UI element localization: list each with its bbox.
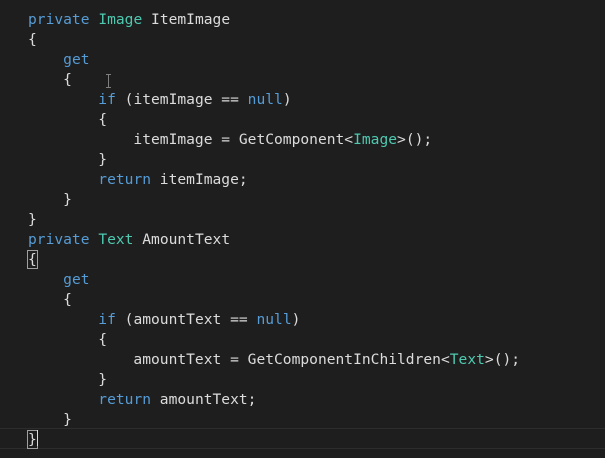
code-token: amountText = GetComponentInChildren< bbox=[28, 351, 450, 368]
code-token: ) bbox=[291, 311, 301, 328]
type-token: Image bbox=[98, 11, 143, 28]
matched-brace-token: { bbox=[27, 250, 38, 269]
code-token: { bbox=[28, 291, 72, 308]
code-line[interactable]: { bbox=[28, 330, 520, 350]
code-line[interactable]: { bbox=[28, 70, 520, 90]
code-token: >(); bbox=[397, 131, 433, 148]
code-token: (itemImage == bbox=[115, 91, 248, 108]
keyword-token: return bbox=[98, 391, 152, 408]
code-line[interactable]: private Image ItemImage bbox=[28, 10, 520, 30]
code-line[interactable]: } bbox=[28, 370, 520, 390]
code-token: } bbox=[28, 371, 108, 388]
code-line[interactable]: itemImage = GetComponent<Image>(); bbox=[28, 130, 520, 150]
code-line[interactable]: } bbox=[28, 190, 520, 210]
keyword-token: if bbox=[98, 91, 116, 108]
code-token: >(); bbox=[484, 351, 521, 368]
code-line[interactable]: return itemImage; bbox=[28, 170, 520, 190]
code-token: { bbox=[28, 71, 72, 88]
code-line[interactable]: } bbox=[27, 430, 520, 450]
code-token: } bbox=[28, 411, 72, 428]
code-line[interactable]: { bbox=[28, 30, 520, 50]
keyword-token: private bbox=[28, 231, 90, 248]
code-line[interactable]: } bbox=[28, 210, 520, 230]
code-token: AmountText bbox=[133, 231, 231, 248]
code-line[interactable]: } bbox=[28, 150, 520, 170]
code-token: amountText; bbox=[151, 391, 257, 408]
type-token: Text bbox=[98, 231, 134, 248]
text-caret bbox=[37, 430, 38, 446]
keyword-token: null bbox=[247, 91, 283, 108]
code-line[interactable]: { bbox=[27, 250, 520, 270]
keyword-token: null bbox=[256, 311, 292, 328]
code-line[interactable]: get bbox=[28, 50, 520, 70]
code-token: ItemImage bbox=[142, 11, 231, 28]
code-line[interactable]: } bbox=[28, 410, 520, 430]
code-token: itemImage = GetComponent< bbox=[28, 131, 354, 148]
code-line[interactable]: if (amountText == null) bbox=[28, 310, 520, 330]
code-line[interactable]: amountText = GetComponentInChildren<Text… bbox=[28, 350, 520, 370]
code-line[interactable]: return amountText; bbox=[28, 390, 520, 410]
keyword-token: get bbox=[63, 51, 90, 68]
keyword-token: private bbox=[28, 11, 90, 28]
code-area[interactable]: private Image ItemImage{ get { if (itemI… bbox=[27, 10, 520, 450]
code-token: { bbox=[28, 331, 108, 348]
i-beam-cursor-icon bbox=[106, 74, 111, 88]
code-line[interactable]: if (itemImage == null) bbox=[28, 90, 520, 110]
code-token: } bbox=[28, 211, 37, 228]
code-line[interactable]: { bbox=[28, 290, 520, 310]
code-token: } bbox=[28, 191, 72, 208]
type-token: Image bbox=[353, 131, 398, 148]
type-token: Text bbox=[449, 351, 485, 368]
code-token: { bbox=[28, 111, 108, 128]
code-line[interactable]: { bbox=[28, 110, 520, 130]
keyword-token: get bbox=[63, 271, 90, 288]
code-editor[interactable]: private Image ItemImage{ get { if (itemI… bbox=[0, 0, 605, 458]
code-token: (amountText == bbox=[115, 311, 257, 328]
code-line[interactable]: get bbox=[28, 270, 520, 290]
keyword-token: return bbox=[98, 171, 152, 188]
keyword-token: if bbox=[98, 311, 116, 328]
code-line[interactable]: private Text AmountText bbox=[28, 230, 520, 250]
code-token: ) bbox=[282, 91, 292, 108]
code-token: } bbox=[28, 151, 108, 168]
code-token: itemImage; bbox=[151, 171, 248, 188]
code-token: { bbox=[28, 31, 37, 48]
